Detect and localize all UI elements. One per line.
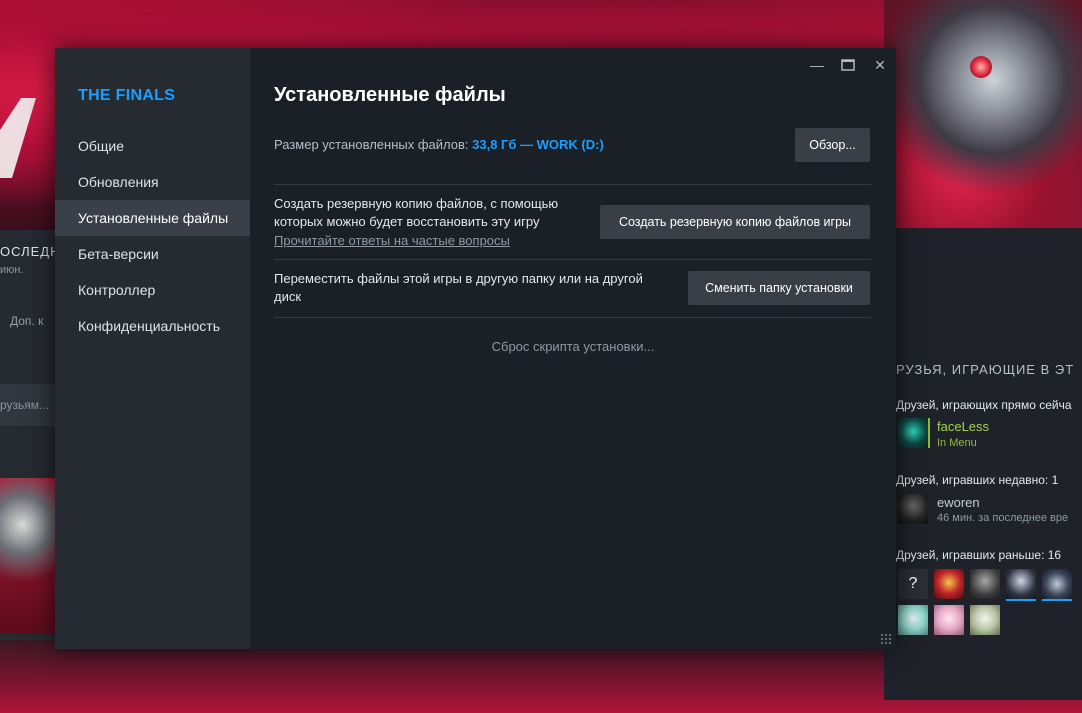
page-title: Установленные файлы <box>274 84 506 106</box>
backup-description: Создать резервную копию файлов, с помощь… <box>274 195 558 231</box>
friend-avatar[interactable] <box>934 569 964 599</box>
friends-search-input[interactable]: рузьям... <box>0 384 56 426</box>
last-played-label: ОСЛЕДН <box>0 244 61 259</box>
friends-before-label: Друзей, игравших раньше: 16 <box>896 548 1062 562</box>
nav-item-updates[interactable]: Обновления <box>55 164 250 200</box>
friends-recent-label: Друзей, игравших недавно: 1 <box>896 473 1059 487</box>
nav-item-general[interactable]: Общие <box>55 128 250 164</box>
move-description-line: Переместить файлы этой игры в другую пап… <box>274 271 643 286</box>
backup-description-line: Создать резервную копию файлов, с помощь… <box>274 196 559 211</box>
backup-description-line: которых можно будет восстановить эту игр… <box>274 214 540 229</box>
hero-character-art <box>884 0 1082 228</box>
change-install-folder-button[interactable]: Сменить папку установки <box>688 271 870 305</box>
properties-sidebar: THE FINALS Общие Обновления Установленны… <box>55 48 250 649</box>
minimize-icon[interactable]: — <box>806 56 828 74</box>
dlc-label[interactable]: Доп. к <box>10 314 43 328</box>
robot-eye-graphic <box>970 56 992 78</box>
nav-item-privacy[interactable]: Конфиденциальность <box>55 308 250 344</box>
friend-name[interactable]: eworen <box>937 495 980 510</box>
game-title: THE FINALS <box>78 87 176 104</box>
faq-link[interactable]: Прочитайте ответы на частые вопросы <box>274 233 510 248</box>
close-icon[interactable]: ✕ <box>869 56 891 74</box>
friend-avatar[interactable] <box>970 569 1000 599</box>
nav-item-controller[interactable]: Контроллер <box>55 272 250 308</box>
friend-status: 46 мин. за последнее вре <box>937 512 1069 524</box>
friends-search-placeholder: рузьям... <box>0 398 50 412</box>
install-size-row: Размер установленных файлов: 33,8 Гб — W… <box>274 137 604 152</box>
move-description-line: диск <box>274 289 302 304</box>
friend-avatar[interactable] <box>898 605 928 635</box>
friend-avatar[interactable] <box>898 494 928 524</box>
activity-card-image[interactable] <box>0 478 56 634</box>
nav-item-installed-files[interactable]: Установленные файлы <box>55 200 250 236</box>
properties-content: — ✕ Установленные файлы Размер установле… <box>250 48 896 649</box>
friend-avatar[interactable] <box>1042 569 1072 601</box>
resize-grip-icon[interactable] <box>880 633 892 645</box>
install-size-value: 33,8 Гб — WORK (D:) <box>472 137 604 152</box>
divider <box>274 317 871 318</box>
friend-avatar[interactable] <box>934 605 964 635</box>
maximize-icon[interactable] <box>837 56 859 74</box>
divider <box>274 259 871 260</box>
browse-button[interactable]: Обзор... <box>795 128 870 162</box>
friends-now-label: Друзей, играющих прямо сейча <box>896 398 1072 412</box>
friend-avatar[interactable] <box>970 605 1000 635</box>
reset-install-script-button[interactable]: Сброс скрипта установки... <box>250 339 896 354</box>
friend-avatar[interactable] <box>898 418 930 448</box>
friend-status: In Menu <box>937 437 977 449</box>
nav-item-betas[interactable]: Бета-версии <box>55 236 250 272</box>
install-size-label: Размер установленных файлов: <box>274 137 469 152</box>
backup-files-button[interactable]: Создать резервную копию файлов игры <box>600 205 870 239</box>
friend-avatar[interactable] <box>1006 569 1036 601</box>
divider <box>274 184 871 185</box>
friend-avatar[interactable]: ? <box>898 569 928 599</box>
game-properties-dialog: THE FINALS Общие Обновления Установленны… <box>55 48 896 649</box>
move-description: Переместить файлы этой игры в другую пап… <box>274 270 643 306</box>
last-played-date: июн. <box>0 264 24 276</box>
friend-name[interactable]: faceLess <box>937 419 989 434</box>
friends-panel-heading: РУЗЬЯ, ИГРАЮЩИЕ В ЭТ <box>896 362 1075 377</box>
